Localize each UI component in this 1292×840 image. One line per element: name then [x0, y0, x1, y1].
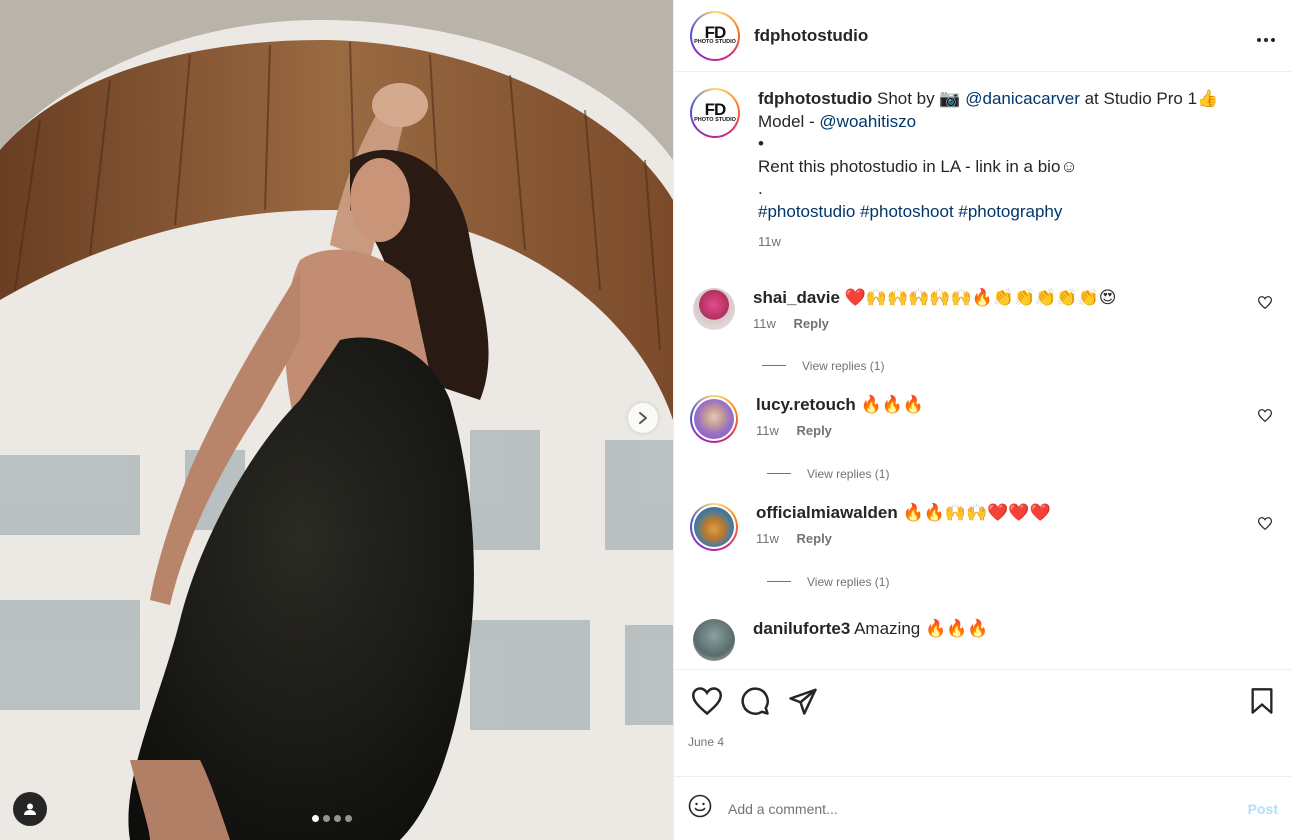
- carousel-dot: [323, 815, 330, 822]
- post-comment-button[interactable]: Post: [1248, 801, 1278, 817]
- commenter-avatar[interactable]: [690, 394, 738, 443]
- comment-item: daniluforte3 Amazing 🔥🔥🔥: [690, 618, 1276, 661]
- caption-bullet: •: [758, 134, 764, 153]
- comment-button[interactable]: [740, 686, 770, 721]
- comment-item: officialmiawalden 🔥🔥🙌🙌❤️❤️❤️ 11w Reply: [690, 502, 1276, 551]
- emoji-button[interactable]: [688, 794, 712, 823]
- author-username[interactable]: fdphotostudio: [754, 26, 868, 46]
- chevron-right-icon: [639, 412, 647, 424]
- view-replies-label: View replies (1): [807, 466, 890, 481]
- commenter-avatar[interactable]: [693, 618, 735, 661]
- heart-icon: [1257, 516, 1273, 530]
- author-avatar[interactable]: FD PHOTO STUDIO: [690, 10, 740, 61]
- comment-text: 🔥🔥🙌🙌❤️❤️❤️: [902, 502, 1051, 522]
- view-replies-button[interactable]: View replies (1): [690, 575, 1276, 589]
- mention-link[interactable]: @danicacarver: [965, 89, 1080, 108]
- next-image-button[interactable]: [628, 403, 658, 433]
- caption-dot: .: [758, 179, 763, 198]
- commenter-username[interactable]: officialmiawalden: [756, 503, 898, 522]
- carousel-dot: [312, 815, 319, 822]
- comments-list[interactable]: FD PHOTO STUDIO fdphotostudio Shot by 📷 …: [674, 72, 1292, 669]
- caption-username[interactable]: fdphotostudio: [758, 89, 872, 108]
- comment-text: 🔥🔥🔥: [860, 394, 925, 414]
- comment-time[interactable]: 11w: [756, 423, 779, 438]
- logo-subtext: PHOTO STUDIO: [694, 39, 736, 46]
- commenter-avatar[interactable]: [690, 502, 738, 551]
- comment-like-button[interactable]: [1257, 408, 1273, 427]
- commenter-username[interactable]: shai_davie: [753, 288, 840, 307]
- commenter-username[interactable]: lucy.retouch: [756, 395, 856, 414]
- carousel-dot: [334, 815, 341, 822]
- comment-input[interactable]: [728, 800, 1248, 817]
- save-button[interactable]: [1250, 687, 1274, 720]
- hashtags[interactable]: #photostudio #photoshoot #photography: [758, 201, 1218, 224]
- logo-text: FD: [704, 22, 727, 42]
- bookmark-icon: [1251, 688, 1273, 714]
- caption-text: at Studio Pro 1👍: [1084, 89, 1219, 108]
- post-sidebar: FD PHOTO STUDIO fdphotostudio FD PHOTO S…: [673, 0, 1292, 840]
- comment-text: ❤️🙌🙌🙌🙌🙌🔥👏👏👏👏👏😍: [844, 287, 1117, 307]
- comment-item: lucy.retouch 🔥🔥🔥 11w Reply: [690, 394, 1276, 443]
- logo-subtext: PHOTO STUDIO: [694, 116, 736, 123]
- heart-icon: [1257, 408, 1273, 422]
- comment-time[interactable]: 11w: [753, 316, 776, 331]
- heart-icon: [691, 687, 723, 716]
- post-header: FD PHOTO STUDIO fdphotostudio: [674, 0, 1292, 72]
- reply-button[interactable]: Reply: [794, 316, 829, 331]
- caption-text: Model -: [758, 111, 815, 131]
- tagged-users-button[interactable]: [13, 792, 47, 826]
- view-replies-button[interactable]: View replies (1): [690, 359, 1276, 373]
- caption-avatar[interactable]: FD PHOTO STUDIO: [690, 88, 740, 138]
- user-tag-icon: [24, 803, 36, 815]
- commenter-avatar[interactable]: [693, 287, 735, 330]
- view-replies-label: View replies (1): [802, 358, 885, 373]
- like-button[interactable]: [691, 687, 723, 720]
- commenter-username[interactable]: daniluforte3: [753, 619, 850, 638]
- comment-time[interactable]: 11w: [756, 531, 779, 546]
- post-date[interactable]: June 4: [674, 721, 1292, 749]
- more-horizontal-icon: [1257, 37, 1275, 42]
- comment-text: Amazing 🔥🔥🔥: [854, 618, 989, 638]
- comment-like-button[interactable]: [1257, 516, 1273, 535]
- caption-time[interactable]: 11w: [758, 234, 781, 249]
- view-replies-button[interactable]: View replies (1): [690, 467, 1276, 481]
- reply-button[interactable]: Reply: [797, 423, 832, 438]
- carousel-indicator: [312, 815, 352, 822]
- post-image[interactable]: [0, 0, 673, 840]
- emoji-icon: [688, 794, 712, 818]
- reply-button[interactable]: Reply: [797, 531, 832, 546]
- add-comment-bar: Post: [674, 776, 1292, 840]
- photo-scene: [0, 0, 673, 840]
- logo-text: FD: [704, 100, 727, 120]
- more-options-button[interactable]: [1256, 23, 1276, 49]
- caption: FD PHOTO STUDIO fdphotostudio Shot by 📷 …: [690, 88, 1276, 254]
- share-button[interactable]: [788, 687, 818, 720]
- post-actions: June 4: [674, 669, 1292, 776]
- caption-text: Shot by 📷: [876, 89, 961, 108]
- mention-link[interactable]: @woahitiszo: [819, 112, 916, 131]
- caption-text: Rent this photostudio in LA - link in a …: [758, 156, 1078, 176]
- comment-icon: [741, 687, 769, 715]
- comment-like-button[interactable]: [1257, 295, 1273, 314]
- share-icon: [789, 688, 817, 715]
- carousel-dot: [345, 815, 352, 822]
- view-replies-label: View replies (1): [807, 574, 890, 589]
- heart-icon: [1257, 295, 1273, 309]
- comment-item: shai_davie ❤️🙌🙌🙌🙌🙌🔥👏👏👏👏👏😍 11w Reply: [690, 287, 1276, 331]
